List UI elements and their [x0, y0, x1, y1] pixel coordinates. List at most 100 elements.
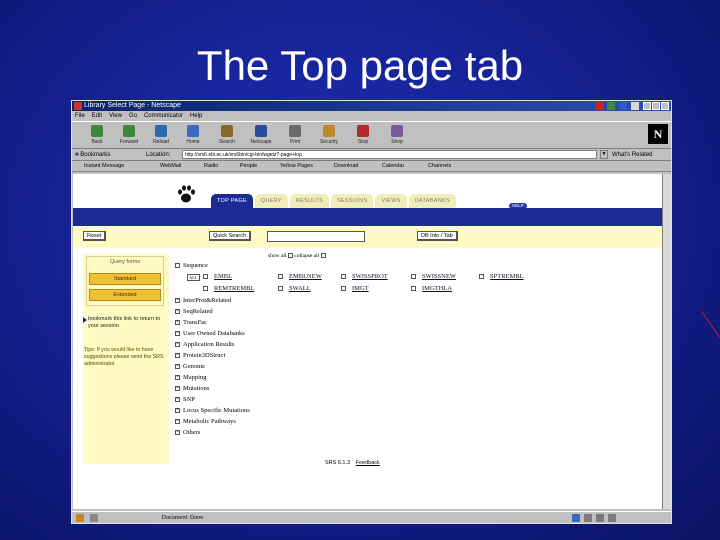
category-metabolic-pathways[interactable]: + Metabolic Pathways	[175, 418, 236, 425]
category-mapping[interactable]: + Mapping	[175, 374, 206, 381]
tab-query[interactable]: QUERY	[254, 194, 288, 208]
all-button[interactable]: ALL	[187, 274, 200, 281]
tab-views[interactable]: VIEWS	[375, 194, 407, 208]
quick-search-button[interactable]: Quick Search	[209, 231, 252, 241]
page-footer: SRS 6.1.3 Feedback	[325, 460, 380, 466]
menu-go[interactable]: Go	[129, 111, 137, 121]
collapse-all-checkbox[interactable]	[320, 253, 326, 259]
menu-edit[interactable]: Edit	[92, 111, 102, 121]
bookmark-link[interactable]: bookmark this link to return to your ses…	[83, 316, 167, 330]
category-protein3dstruct[interactable]: + Protein3DStruct	[175, 352, 225, 359]
category-mutations[interactable]: + Mutations	[175, 385, 209, 392]
category-seqrelated[interactable]: + SeqRelated	[175, 308, 213, 315]
db-swissnew[interactable]: SWISSNEW	[411, 273, 456, 280]
link-radio[interactable]: Radio	[204, 161, 218, 172]
link-channels[interactable]: Channels	[428, 161, 451, 172]
status-bar: Document: Done	[72, 511, 671, 523]
feedback-link[interactable]: Feedback	[356, 460, 380, 466]
query-forms-title: Query forms	[109, 259, 141, 265]
tab-top-page[interactable]: TOP PAGE	[211, 194, 253, 208]
category-others[interactable]: + Others	[175, 429, 200, 436]
location-bar: ■ Bookmarks Location: http://srs6.ebi.ac…	[72, 149, 671, 161]
category-interprot[interactable]: + InterProt&Related	[175, 297, 231, 304]
menu-help[interactable]: Help	[190, 111, 202, 121]
reset-button[interactable]: Reset	[83, 231, 107, 241]
menu-file[interactable]: File	[75, 111, 85, 121]
forward-button[interactable]: Forward	[114, 125, 144, 145]
close-button[interactable]	[661, 102, 669, 110]
category-sequence[interactable]: Sequence	[175, 262, 208, 269]
db-info-button[interactable]: DB Info / Tab	[417, 231, 458, 241]
location-input[interactable]: http://srs6.ebi.ac.uk/srs6bin/cgi-bin/wg…	[182, 150, 597, 159]
link-instant-message[interactable]: Instant Message	[84, 161, 124, 172]
page-tabs: TOP PAGE QUERY RESULTS SESSIONS VIEWS DA…	[211, 194, 456, 208]
link-calendar[interactable]: Calendar	[382, 161, 404, 172]
location-label: Location:	[146, 152, 171, 158]
link-webmail[interactable]: WebMail	[160, 161, 181, 172]
action-bar: Reset Quick Search DB Info / Tab	[73, 226, 663, 248]
back-button[interactable]: Back	[82, 125, 112, 145]
db-embl[interactable]: EMBL	[203, 273, 232, 280]
db-swissprot[interactable]: SWISSPROT	[341, 273, 388, 280]
shop-button[interactable]: Shop	[382, 125, 412, 145]
mail-icon[interactable]	[584, 514, 592, 522]
show-all-checkbox[interactable]	[287, 253, 293, 259]
category-transfac[interactable]: + TransFac	[175, 319, 207, 326]
category-application-results[interactable]: + Application Results	[175, 341, 234, 348]
link-download[interactable]: Download	[334, 161, 358, 172]
app-icon-3[interactable]	[619, 102, 627, 110]
netscape-button[interactable]: Netscape	[246, 125, 276, 145]
app-icon-2[interactable]	[607, 102, 615, 110]
link-people[interactable]: People	[240, 161, 257, 172]
maximize-button[interactable]	[652, 102, 660, 110]
vertical-scrollbar[interactable]	[662, 174, 671, 509]
addressbook-icon[interactable]	[608, 514, 616, 522]
category-snp[interactable]: + SNP	[175, 396, 195, 403]
collapse-all-link[interactable]: collapse all	[294, 253, 319, 259]
db-sptrembl[interactable]: SPTREMBL	[479, 273, 524, 280]
db-remtrembl[interactable]: REMTREMBL	[203, 285, 254, 292]
sequence-checkbox[interactable]	[175, 263, 180, 269]
location-dropdown-icon[interactable]: ▼	[600, 150, 608, 159]
minimize-button[interactable]	[643, 102, 651, 110]
browser-window: Library Select Page - Netscape File Edit…	[71, 100, 672, 524]
composer-icon[interactable]	[596, 514, 604, 522]
tab-results[interactable]: RESULTS	[289, 194, 329, 208]
reload-button[interactable]: Reload	[146, 125, 176, 145]
security-status-icon[interactable]	[76, 514, 84, 522]
bookmarks-button[interactable]: ■ Bookmarks	[75, 149, 110, 161]
app-icon-4[interactable]	[631, 102, 639, 110]
category-genome[interactable]: + Genome	[175, 363, 205, 370]
stop-button[interactable]: Stop	[348, 125, 378, 145]
db-emblnew[interactable]: EMBLNEW	[278, 273, 322, 280]
tab-sessions[interactable]: SESSIONS	[330, 194, 374, 208]
navigator-icon[interactable]	[572, 514, 580, 522]
db-imgt[interactable]: IMGT	[341, 285, 369, 292]
tab-databanks[interactable]: DATABANKS	[408, 194, 456, 208]
app-icon-1[interactable]	[595, 102, 603, 110]
standard-button[interactable]: Standard	[89, 273, 161, 285]
extended-button[interactable]: Extended	[89, 289, 161, 301]
category-locus-specific[interactable]: + Locus Specific Mutations	[175, 407, 250, 414]
whats-related-button[interactable]: What's Related	[612, 149, 653, 161]
quick-search-input[interactable]	[267, 231, 365, 242]
category-user-owned[interactable]: + User Owned Databanks	[175, 330, 245, 337]
db-imgthla[interactable]: IMGTHLA	[411, 285, 452, 292]
menu-bar: File Edit View Go Communicator Help	[72, 111, 671, 121]
slide-title: The Top page tab	[196, 42, 524, 89]
show-controls: show all collapse all	[268, 253, 326, 259]
paw-logo-icon	[178, 185, 195, 203]
security-button[interactable]: Security	[314, 125, 344, 145]
stop-icon	[357, 125, 369, 137]
search-button[interactable]: Search	[212, 125, 242, 145]
print-button[interactable]: Print	[280, 125, 310, 145]
link-yellow-pages[interactable]: Yellow Pages	[280, 161, 313, 172]
query-forms-box: Query forms Standard Extended	[86, 256, 164, 306]
reload-icon	[155, 125, 167, 137]
show-all-link[interactable]: show all	[268, 253, 287, 259]
db-swall[interactable]: SWALL	[278, 285, 311, 292]
home-button[interactable]: Home	[178, 125, 208, 145]
personal-toolbar: Instant Message WebMail Radio People Yel…	[72, 161, 671, 172]
menu-communicator[interactable]: Communicator	[144, 111, 183, 121]
menu-view[interactable]: View	[109, 111, 122, 121]
